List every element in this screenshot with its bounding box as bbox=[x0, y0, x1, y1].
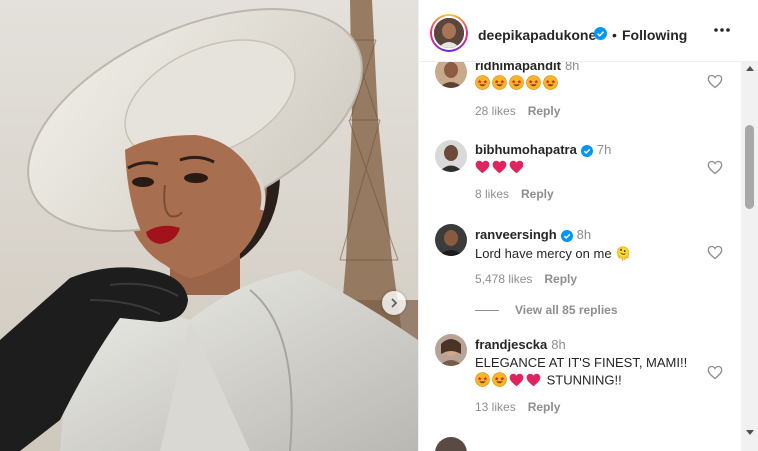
reply-button[interactable]: Reply bbox=[528, 104, 561, 118]
commenter-avatar[interactable] bbox=[435, 334, 467, 366]
comment-time: 8h bbox=[551, 337, 566, 352]
comment-text: ELEGANCE AT IT'S FINEST, MAMI!! bbox=[475, 355, 688, 370]
avatar-image bbox=[435, 140, 467, 172]
comment-username[interactable]: ranveersingh 8h bbox=[475, 227, 591, 242]
red-heart-emoji-icon bbox=[475, 160, 490, 177]
star-struck-emoji-icon bbox=[475, 372, 490, 390]
avatar-image bbox=[435, 62, 467, 88]
comment-item-partial bbox=[419, 437, 741, 451]
chevron-right-icon bbox=[391, 298, 398, 308]
following-button[interactable]: Following bbox=[622, 27, 687, 43]
commenter-avatar[interactable] bbox=[435, 224, 467, 256]
verified-badge-icon bbox=[594, 27, 607, 40]
star-struck-emoji-icon bbox=[475, 75, 490, 93]
reply-button[interactable]: Reply bbox=[544, 272, 577, 286]
commenter-avatar[interactable] bbox=[435, 62, 467, 88]
post-header: deepikapadukone • Following bbox=[419, 0, 758, 62]
red-heart-emoji-icon bbox=[509, 160, 524, 177]
comment-time: 7h bbox=[596, 142, 612, 157]
like-heart-icon[interactable] bbox=[707, 245, 723, 260]
star-struck-emoji-icon bbox=[526, 75, 541, 93]
comment-meta: 13 likes Reply bbox=[475, 400, 560, 414]
verified-badge-icon bbox=[580, 144, 593, 157]
separator-dot: • bbox=[612, 27, 617, 43]
comments-list: ridhimapandit 8h 28 likes Reply bibhumohap… bbox=[419, 62, 741, 451]
commenter-avatar[interactable] bbox=[435, 437, 467, 451]
comments-scrollbar[interactable] bbox=[741, 62, 758, 451]
view-replies-button[interactable]: View all 85 replies bbox=[475, 303, 618, 317]
star-struck-emoji-icon bbox=[543, 75, 558, 93]
author-username[interactable]: deepikapadukone bbox=[478, 27, 596, 43]
scroll-down-arrow-icon[interactable] bbox=[746, 430, 754, 435]
like-heart-icon[interactable] bbox=[707, 160, 723, 175]
verified-badge-icon bbox=[560, 229, 573, 242]
replies-divider-line bbox=[475, 310, 499, 312]
comment-text-stunning: STUNNING!! bbox=[546, 372, 622, 388]
red-heart-emoji-icon bbox=[509, 373, 524, 390]
star-struck-emoji-icon bbox=[492, 75, 507, 93]
comment-meta: 8 likes Reply bbox=[475, 187, 554, 201]
red-heart-emoji-icon bbox=[492, 160, 507, 177]
avatar-image bbox=[435, 437, 467, 451]
more-horizontal-icon[interactable] bbox=[713, 27, 731, 33]
star-struck-emoji-icon bbox=[492, 372, 507, 390]
comment-item: ranveersingh 8h Lord have mercy on me 🫠 5… bbox=[419, 222, 741, 292]
comment-meta: 28 likes Reply bbox=[475, 104, 560, 118]
scroll-up-arrow-icon[interactable] bbox=[746, 66, 754, 71]
like-heart-icon[interactable] bbox=[707, 74, 723, 89]
comment-item: frandjescka 8h ELEGANCE AT IT'S FINEST, M… bbox=[419, 332, 741, 422]
reply-button[interactable]: Reply bbox=[528, 400, 561, 414]
reply-button[interactable]: Reply bbox=[521, 187, 554, 201]
comment-item: ridhimapandit 8h 28 likes Reply bbox=[419, 62, 741, 124]
comments-panel: deepikapadukone • Following ridhimapandi… bbox=[418, 0, 758, 451]
comment-likes[interactable]: 8 likes bbox=[475, 187, 509, 201]
post-media bbox=[0, 0, 418, 451]
like-heart-icon[interactable] bbox=[707, 365, 723, 380]
scrollbar-thumb[interactable] bbox=[745, 125, 754, 209]
comment-text-line-2: STUNNING!! bbox=[475, 372, 622, 390]
comment-likes[interactable]: 28 likes bbox=[475, 104, 516, 118]
comment-meta: 5,478 likes Reply bbox=[475, 272, 577, 286]
author-avatar[interactable] bbox=[430, 14, 468, 52]
commenter-avatar[interactable] bbox=[435, 140, 467, 172]
comment-emojis bbox=[475, 160, 526, 177]
comment-username[interactable]: frandjescka 8h bbox=[475, 337, 566, 352]
post-photo bbox=[0, 0, 418, 451]
avatar-image bbox=[434, 18, 464, 48]
avatar-image bbox=[435, 334, 467, 366]
comment-text: Lord have mercy on me 🫠 bbox=[475, 246, 632, 261]
comment-username[interactable]: ridhimapandit 8h bbox=[475, 62, 579, 73]
comment-time: 8h bbox=[576, 227, 592, 242]
next-media-button[interactable] bbox=[382, 291, 406, 315]
star-struck-emoji-icon bbox=[509, 75, 524, 93]
comment-time: 8h bbox=[564, 62, 580, 73]
red-heart-emoji-icon bbox=[526, 373, 541, 390]
comment-item: bibhumohapatra 7h 8 likes Reply bbox=[419, 136, 741, 206]
comment-likes[interactable]: 13 likes bbox=[475, 400, 516, 414]
comment-username[interactable]: bibhumohapatra 7h bbox=[475, 142, 611, 157]
comment-likes[interactable]: 5,478 likes bbox=[475, 272, 532, 286]
avatar-image bbox=[435, 224, 467, 256]
comment-emojis bbox=[475, 75, 560, 93]
